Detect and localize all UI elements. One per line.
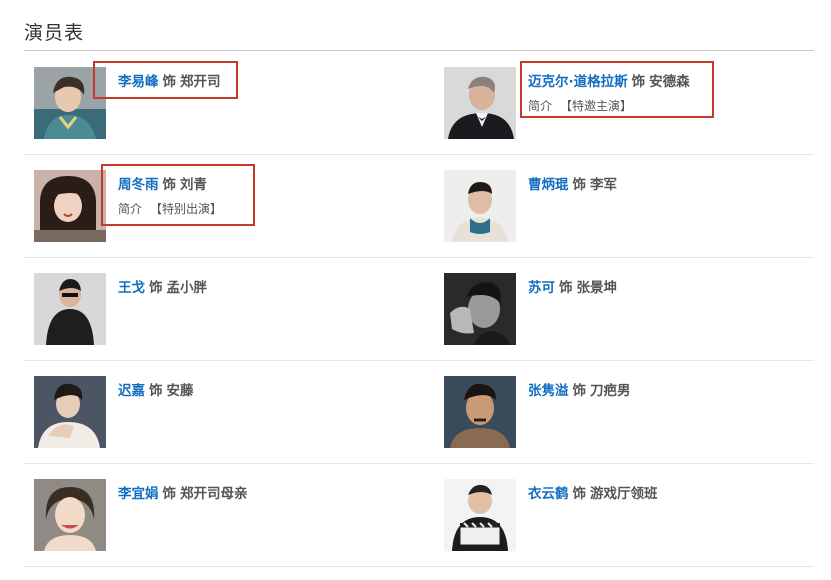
role-name: 游戏厅领班	[590, 486, 658, 502]
actor-photo[interactable]	[444, 479, 516, 551]
role-separator: 饰	[572, 486, 587, 502]
row-divider	[24, 154, 814, 155]
role-name: 郑开司母亲	[180, 486, 248, 502]
cast-item: 衣云鹤饰游戏厅领班	[444, 479, 824, 559]
row-divider	[24, 257, 814, 258]
actor-photo[interactable]	[444, 376, 516, 448]
role-separator: 饰	[572, 177, 587, 193]
actor-name-link[interactable]: 王戈	[118, 280, 145, 296]
cast-item: 张隽溢饰刀疤男	[444, 376, 824, 456]
actor-photo[interactable]	[34, 376, 106, 448]
cast-item: 王戈饰孟小胖	[34, 273, 414, 353]
actor-name-link[interactable]: 迟嘉	[118, 383, 145, 399]
highlight-box	[520, 61, 714, 118]
actor-photo[interactable]	[34, 479, 106, 551]
role-separator: 饰	[149, 383, 163, 399]
row-divider	[24, 566, 814, 567]
role-name: 孟小胖	[166, 280, 208, 296]
row-divider	[24, 360, 814, 361]
cast-item: 曹炳琨饰李军	[444, 170, 824, 250]
role-name: 李军	[590, 177, 617, 193]
actor-name-link[interactable]: 苏可	[528, 280, 555, 296]
cast-item: 李宜娟饰郑开司母亲	[34, 479, 414, 559]
role-separator: 饰	[559, 280, 573, 296]
cast-item: 迟嘉饰安藤	[34, 376, 414, 456]
role-name: 张景坤	[576, 280, 618, 296]
actor-name-link[interactable]: 张隽溢	[528, 383, 569, 399]
role-name: 刀疤男	[590, 383, 631, 399]
actor-photo[interactable]	[34, 273, 106, 345]
role-separator: 饰	[162, 486, 177, 502]
actor-photo[interactable]	[444, 67, 516, 139]
actor-photo[interactable]	[444, 273, 516, 345]
actor-photo[interactable]	[444, 170, 516, 242]
actor-name-link[interactable]: 李宜娟	[118, 486, 159, 502]
highlight-box	[101, 164, 255, 226]
title-divider	[24, 50, 814, 51]
section-title: 演员表	[24, 22, 85, 44]
row-divider	[24, 463, 814, 464]
actor-name-link[interactable]: 衣云鹤	[528, 486, 569, 502]
actor-name-link[interactable]: 曹炳琨	[528, 177, 569, 193]
actor-photo[interactable]	[34, 170, 106, 242]
role-separator: 饰	[572, 383, 587, 399]
role-name: 安藤	[166, 383, 194, 399]
role-separator: 饰	[149, 280, 163, 296]
cast-item: 苏可饰张景坤	[444, 273, 824, 353]
highlight-box	[93, 61, 238, 99]
